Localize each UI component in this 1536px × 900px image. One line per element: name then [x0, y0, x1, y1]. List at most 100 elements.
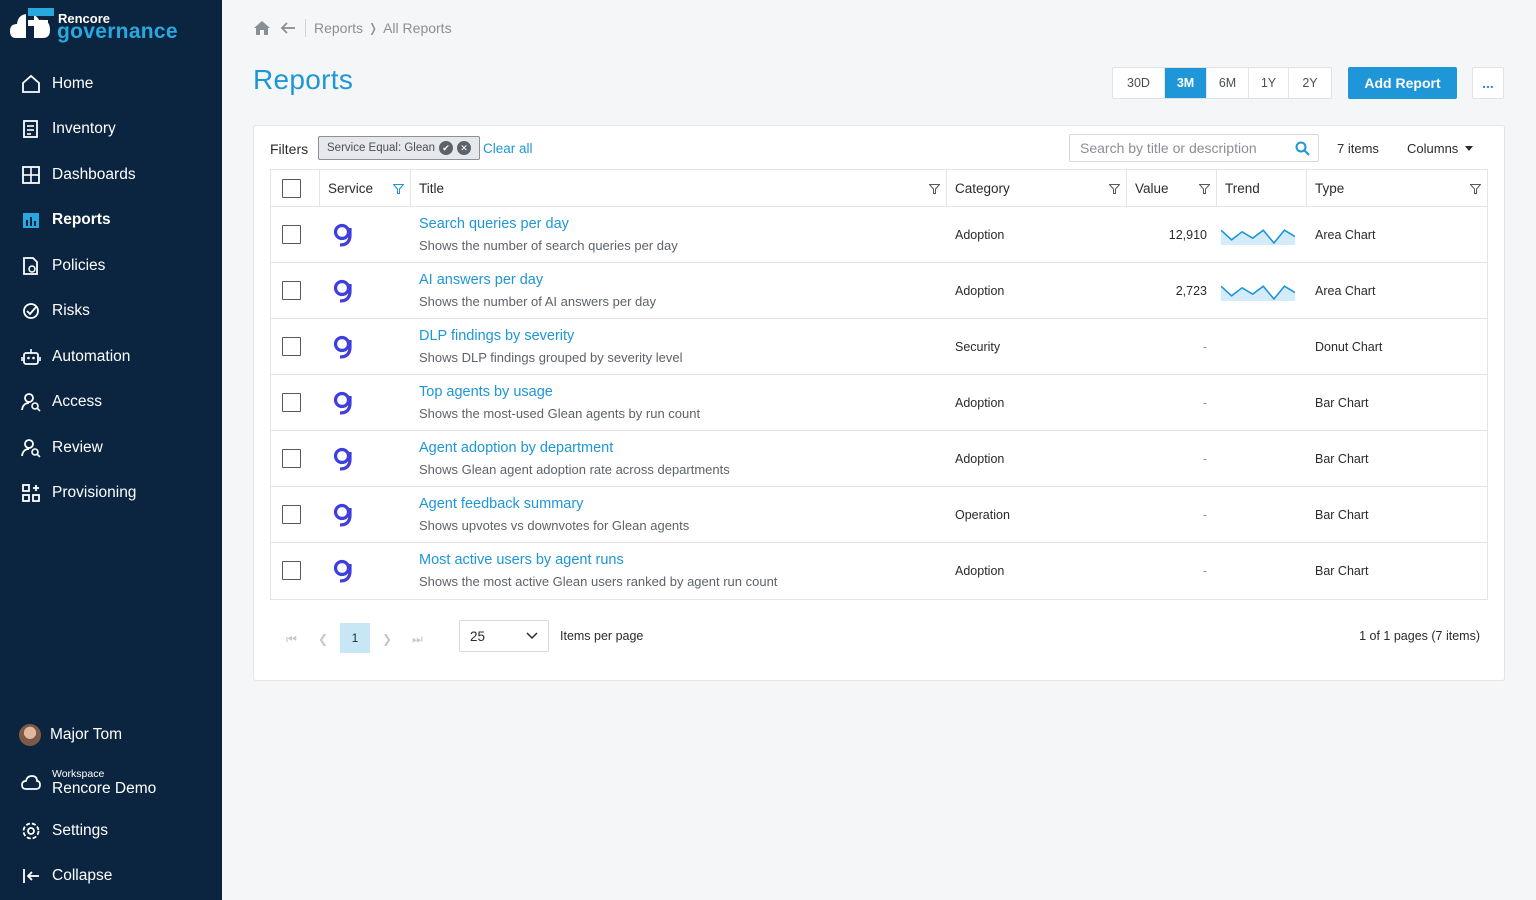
- search-input[interactable]: [1080, 140, 1290, 156]
- row-checkbox[interactable]: [282, 225, 301, 244]
- sidebar-item-risks[interactable]: Risks: [0, 289, 222, 335]
- report-title-link[interactable]: Agent feedback summary: [419, 496, 583, 512]
- filters-label: Filters: [270, 141, 309, 157]
- reports-icon: [21, 210, 41, 230]
- range-2y-button[interactable]: 2Y: [1289, 68, 1331, 98]
- filter-chip[interactable]: Service Equal: Glean ✔ ✕: [318, 136, 481, 160]
- table-row[interactable]: Agent feedback summary Shows upvotes vs d…: [271, 487, 1487, 543]
- close-icon[interactable]: ✕: [457, 141, 472, 155]
- sidebar-bottom: Major Tom Workspace Rencore Demo Setting…: [0, 712, 222, 899]
- glean-icon: [333, 447, 352, 471]
- workspace-switcher[interactable]: Workspace Rencore Demo: [0, 758, 222, 808]
- add-report-button[interactable]: Add Report: [1348, 67, 1457, 99]
- report-title-link[interactable]: Most active users by agent runs: [419, 552, 624, 568]
- value-cell: -: [1202, 451, 1207, 466]
- clear-all-link[interactable]: Clear all: [483, 141, 533, 156]
- header-category[interactable]: Category: [947, 170, 1127, 206]
- filter-icon[interactable]: [929, 184, 940, 194]
- first-page-icon[interactable]: ⏮: [286, 632, 297, 647]
- report-title-link[interactable]: DLP findings by severity: [419, 328, 574, 344]
- home-icon[interactable]: [253, 19, 271, 37]
- sidebar-item-inventory[interactable]: Inventory: [0, 107, 222, 153]
- header-service[interactable]: Service: [320, 170, 411, 206]
- sidebar-item-dashboards[interactable]: Dashboards: [0, 152, 222, 198]
- cloud-logo-icon: [10, 8, 54, 40]
- sidebar-item-label: Risks: [52, 302, 90, 320]
- breadcrumb-parent[interactable]: Reports: [314, 20, 363, 36]
- range-30d-button[interactable]: 30D: [1113, 68, 1165, 98]
- category-cell: Adoption: [955, 283, 1005, 298]
- row-checkbox[interactable]: [282, 561, 301, 580]
- select-all-checkbox[interactable]: [282, 178, 301, 198]
- range-3m-button[interactable]: 3M: [1165, 68, 1207, 98]
- trend-sparkline: [1221, 228, 1295, 245]
- columns-dropdown[interactable]: Columns: [1407, 141, 1474, 156]
- glean-icon: [333, 335, 352, 359]
- search-icon[interactable]: [1295, 141, 1310, 156]
- filter-icon[interactable]: [1470, 184, 1481, 194]
- table-row[interactable]: Search queries per day Shows the number o…: [271, 207, 1487, 263]
- range-6m-button[interactable]: 6M: [1207, 68, 1249, 98]
- robot-icon: [21, 347, 41, 367]
- back-arrow-icon[interactable]: [279, 19, 297, 37]
- prev-page-icon[interactable]: ❮: [318, 632, 328, 646]
- rencore-logo[interactable]: Rencore governance: [10, 6, 210, 46]
- table-row[interactable]: AI answers per day Shows the number of AI…: [271, 263, 1487, 319]
- row-checkbox[interactable]: [282, 449, 301, 468]
- page-title: Reports: [253, 64, 354, 95]
- cloud-icon: [21, 773, 41, 793]
- row-select-cell: [271, 431, 320, 486]
- range-1y-button[interactable]: 1Y: [1249, 68, 1289, 98]
- sidebar-item-policies[interactable]: Policies: [0, 243, 222, 289]
- row-select-cell: [271, 375, 320, 430]
- sidebar-item-review[interactable]: Review: [0, 425, 222, 471]
- breadcrumb-current: All Reports: [383, 20, 452, 36]
- report-title-link[interactable]: Agent adoption by department: [419, 440, 613, 456]
- report-title-link[interactable]: Top agents by usage: [419, 384, 553, 400]
- row-checkbox[interactable]: [282, 281, 301, 300]
- value-cell: -: [1202, 339, 1207, 354]
- sidebar-item-settings[interactable]: Settings: [0, 808, 222, 854]
- header-trend: Trend: [1217, 170, 1307, 206]
- filter-icon[interactable]: [1199, 184, 1210, 194]
- table-row[interactable]: DLP findings by severity Shows DLP findin…: [271, 319, 1487, 375]
- trend-area: [1221, 229, 1295, 245]
- page-number-button[interactable]: 1: [340, 623, 370, 653]
- more-options-button[interactable]: ...: [1472, 67, 1504, 99]
- value-cell: -: [1202, 395, 1207, 410]
- sidebar-item-label: Settings: [52, 821, 109, 839]
- report-title-link[interactable]: AI answers per day: [419, 272, 543, 288]
- trend-sparkline: [1221, 284, 1295, 301]
- workspace-name: Rencore Demo: [52, 780, 157, 797]
- title-cell: Top agents by usage Shows the most-used G…: [411, 375, 947, 430]
- row-checkbox[interactable]: [282, 505, 301, 524]
- sidebar-item-access[interactable]: Access: [0, 380, 222, 426]
- table-row[interactable]: Top agents by usage Shows the most-used G…: [271, 375, 1487, 431]
- row-checkbox[interactable]: [282, 393, 301, 412]
- sidebar-item-automation[interactable]: Automation: [0, 334, 222, 380]
- row-checkbox[interactable]: [282, 337, 301, 356]
- filter-icon[interactable]: [1109, 184, 1120, 194]
- report-title-link[interactable]: Search queries per day: [419, 216, 569, 232]
- last-page-icon[interactable]: ⏭: [412, 632, 423, 647]
- filter-icon[interactable]: [393, 184, 404, 194]
- sidebar-item-collapse[interactable]: Collapse: [0, 854, 222, 900]
- table-row[interactable]: Most active users by agent runs Shows the…: [271, 543, 1487, 599]
- items-per-page-label: Items per page: [560, 629, 644, 643]
- check-icon[interactable]: ✔: [439, 141, 454, 155]
- report-description: Shows the number of AI answers per day: [419, 294, 657, 309]
- header-title[interactable]: Title: [411, 170, 947, 206]
- user-menu[interactable]: Major Tom: [0, 712, 222, 758]
- next-page-icon[interactable]: ❯: [382, 632, 392, 646]
- inventory-icon: [21, 119, 41, 139]
- header-type[interactable]: Type: [1307, 170, 1487, 206]
- main-content: Reports ❭ All Reports Reports 30D 3M 6M …: [222, 0, 1536, 900]
- items-per-page-select[interactable]: 25: [459, 620, 549, 652]
- sidebar-item-reports[interactable]: Reports: [0, 198, 222, 244]
- table-row[interactable]: Agent adoption by department Shows Glean …: [271, 431, 1487, 487]
- header-value[interactable]: Value: [1127, 170, 1217, 206]
- sidebar-item-home[interactable]: Home: [0, 61, 222, 107]
- sidebar-item-provisioning[interactable]: Provisioning: [0, 471, 222, 517]
- dashboards-icon: [21, 165, 41, 185]
- glean-icon: [333, 279, 352, 303]
